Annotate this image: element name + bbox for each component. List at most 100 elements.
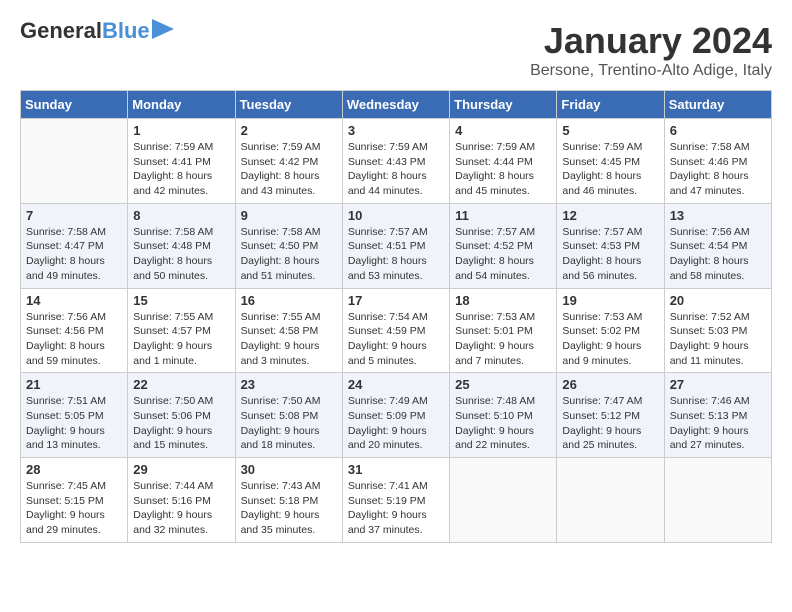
day-number: 2 [241, 123, 337, 138]
calendar-cell: 20 Sunrise: 7:52 AMSunset: 5:03 PMDaylig… [664, 288, 771, 373]
calendar-cell: 11 Sunrise: 7:57 AMSunset: 4:52 PMDaylig… [450, 203, 557, 288]
week-row-5: 28 Sunrise: 7:45 AMSunset: 5:15 PMDaylig… [21, 458, 772, 543]
day-number: 26 [562, 377, 658, 392]
calendar-cell: 21 Sunrise: 7:51 AMSunset: 5:05 PMDaylig… [21, 373, 128, 458]
day-number: 13 [670, 208, 766, 223]
day-number: 30 [241, 462, 337, 477]
day-number: 4 [455, 123, 551, 138]
day-number: 16 [241, 293, 337, 308]
day-number: 5 [562, 123, 658, 138]
day-number: 24 [348, 377, 444, 392]
week-row-2: 7 Sunrise: 7:58 AMSunset: 4:47 PMDayligh… [21, 203, 772, 288]
day-info: Sunrise: 7:50 AMSunset: 5:08 PMDaylight:… [241, 395, 321, 451]
day-number: 25 [455, 377, 551, 392]
day-info: Sunrise: 7:57 AMSunset: 4:53 PMDaylight:… [562, 226, 642, 282]
calendar-table: SundayMondayTuesdayWednesdayThursdayFrid… [20, 90, 772, 543]
calendar-cell: 27 Sunrise: 7:46 AMSunset: 5:13 PMDaylig… [664, 373, 771, 458]
day-number: 10 [348, 208, 444, 223]
day-number: 21 [26, 377, 122, 392]
day-number: 12 [562, 208, 658, 223]
calendar-cell: 19 Sunrise: 7:53 AMSunset: 5:02 PMDaylig… [557, 288, 664, 373]
calendar-cell: 8 Sunrise: 7:58 AMSunset: 4:48 PMDayligh… [128, 203, 235, 288]
header-cell-wednesday: Wednesday [342, 91, 449, 119]
day-info: Sunrise: 7:49 AMSunset: 5:09 PMDaylight:… [348, 395, 428, 451]
calendar-cell: 5 Sunrise: 7:59 AMSunset: 4:45 PMDayligh… [557, 119, 664, 204]
logo-arrow-icon [152, 19, 174, 39]
day-info: Sunrise: 7:57 AMSunset: 4:51 PMDaylight:… [348, 226, 428, 282]
calendar-cell: 12 Sunrise: 7:57 AMSunset: 4:53 PMDaylig… [557, 203, 664, 288]
day-info: Sunrise: 7:44 AMSunset: 5:16 PMDaylight:… [133, 480, 213, 536]
calendar-cell: 26 Sunrise: 7:47 AMSunset: 5:12 PMDaylig… [557, 373, 664, 458]
day-info: Sunrise: 7:58 AMSunset: 4:47 PMDaylight:… [26, 226, 106, 282]
header-cell-monday: Monday [128, 91, 235, 119]
day-number: 20 [670, 293, 766, 308]
day-number: 27 [670, 377, 766, 392]
title-area: January 2024 Bersone, Trentino-Alto Adig… [530, 20, 772, 80]
calendar-cell: 16 Sunrise: 7:55 AMSunset: 4:58 PMDaylig… [235, 288, 342, 373]
header-cell-friday: Friday [557, 91, 664, 119]
day-number: 22 [133, 377, 229, 392]
calendar-cell: 18 Sunrise: 7:53 AMSunset: 5:01 PMDaylig… [450, 288, 557, 373]
calendar-cell: 10 Sunrise: 7:57 AMSunset: 4:51 PMDaylig… [342, 203, 449, 288]
logo-text: GeneralBlue [20, 20, 150, 42]
day-number: 11 [455, 208, 551, 223]
day-number: 8 [133, 208, 229, 223]
day-info: Sunrise: 7:59 AMSunset: 4:44 PMDaylight:… [455, 141, 535, 197]
day-info: Sunrise: 7:56 AMSunset: 4:54 PMDaylight:… [670, 226, 750, 282]
calendar-cell: 28 Sunrise: 7:45 AMSunset: 5:15 PMDaylig… [21, 458, 128, 543]
calendar-cell: 15 Sunrise: 7:55 AMSunset: 4:57 PMDaylig… [128, 288, 235, 373]
day-info: Sunrise: 7:43 AMSunset: 5:18 PMDaylight:… [241, 480, 321, 536]
calendar-cell: 23 Sunrise: 7:50 AMSunset: 5:08 PMDaylig… [235, 373, 342, 458]
calendar-body: 1 Sunrise: 7:59 AMSunset: 4:41 PMDayligh… [21, 119, 772, 543]
day-number: 29 [133, 462, 229, 477]
day-number: 17 [348, 293, 444, 308]
day-info: Sunrise: 7:58 AMSunset: 4:46 PMDaylight:… [670, 141, 750, 197]
calendar-cell: 29 Sunrise: 7:44 AMSunset: 5:16 PMDaylig… [128, 458, 235, 543]
header-cell-saturday: Saturday [664, 91, 771, 119]
day-number: 31 [348, 462, 444, 477]
logo: GeneralBlue [20, 20, 174, 42]
day-number: 1 [133, 123, 229, 138]
calendar-cell: 3 Sunrise: 7:59 AMSunset: 4:43 PMDayligh… [342, 119, 449, 204]
day-number: 14 [26, 293, 122, 308]
day-info: Sunrise: 7:53 AMSunset: 5:01 PMDaylight:… [455, 311, 535, 367]
day-number: 15 [133, 293, 229, 308]
day-number: 9 [241, 208, 337, 223]
day-number: 28 [26, 462, 122, 477]
day-info: Sunrise: 7:57 AMSunset: 4:52 PMDaylight:… [455, 226, 535, 282]
day-info: Sunrise: 7:45 AMSunset: 5:15 PMDaylight:… [26, 480, 106, 536]
calendar-subtitle: Bersone, Trentino-Alto Adige, Italy [530, 62, 772, 80]
day-info: Sunrise: 7:59 AMSunset: 4:41 PMDaylight:… [133, 141, 213, 197]
calendar-cell: 17 Sunrise: 7:54 AMSunset: 4:59 PMDaylig… [342, 288, 449, 373]
calendar-cell: 13 Sunrise: 7:56 AMSunset: 4:54 PMDaylig… [664, 203, 771, 288]
calendar-header-row: SundayMondayTuesdayWednesdayThursdayFrid… [21, 91, 772, 119]
calendar-cell [21, 119, 128, 204]
header-cell-sunday: Sunday [21, 91, 128, 119]
week-row-4: 21 Sunrise: 7:51 AMSunset: 5:05 PMDaylig… [21, 373, 772, 458]
calendar-cell [664, 458, 771, 543]
day-info: Sunrise: 7:59 AMSunset: 4:43 PMDaylight:… [348, 141, 428, 197]
day-number: 19 [562, 293, 658, 308]
day-info: Sunrise: 7:51 AMSunset: 5:05 PMDaylight:… [26, 395, 106, 451]
day-info: Sunrise: 7:41 AMSunset: 5:19 PMDaylight:… [348, 480, 428, 536]
calendar-cell: 4 Sunrise: 7:59 AMSunset: 4:44 PMDayligh… [450, 119, 557, 204]
day-info: Sunrise: 7:47 AMSunset: 5:12 PMDaylight:… [562, 395, 642, 451]
week-row-1: 1 Sunrise: 7:59 AMSunset: 4:41 PMDayligh… [21, 119, 772, 204]
day-number: 3 [348, 123, 444, 138]
header-cell-tuesday: Tuesday [235, 91, 342, 119]
day-info: Sunrise: 7:54 AMSunset: 4:59 PMDaylight:… [348, 311, 428, 367]
day-info: Sunrise: 7:59 AMSunset: 4:42 PMDaylight:… [241, 141, 321, 197]
calendar-cell: 25 Sunrise: 7:48 AMSunset: 5:10 PMDaylig… [450, 373, 557, 458]
calendar-cell: 30 Sunrise: 7:43 AMSunset: 5:18 PMDaylig… [235, 458, 342, 543]
week-row-3: 14 Sunrise: 7:56 AMSunset: 4:56 PMDaylig… [21, 288, 772, 373]
day-info: Sunrise: 7:46 AMSunset: 5:13 PMDaylight:… [670, 395, 750, 451]
calendar-cell [450, 458, 557, 543]
header-cell-thursday: Thursday [450, 91, 557, 119]
day-number: 6 [670, 123, 766, 138]
day-number: 18 [455, 293, 551, 308]
day-info: Sunrise: 7:53 AMSunset: 5:02 PMDaylight:… [562, 311, 642, 367]
calendar-cell: 22 Sunrise: 7:50 AMSunset: 5:06 PMDaylig… [128, 373, 235, 458]
day-info: Sunrise: 7:52 AMSunset: 5:03 PMDaylight:… [670, 311, 750, 367]
day-info: Sunrise: 7:48 AMSunset: 5:10 PMDaylight:… [455, 395, 535, 451]
calendar-cell: 9 Sunrise: 7:58 AMSunset: 4:50 PMDayligh… [235, 203, 342, 288]
